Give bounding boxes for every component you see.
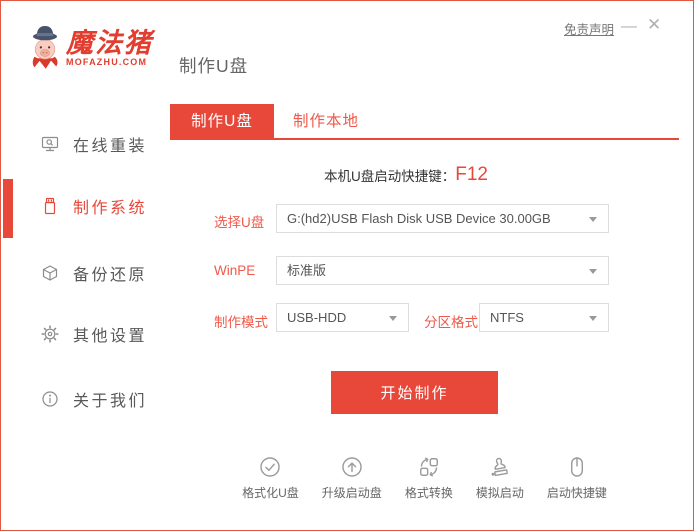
backup-restore-box-icon <box>41 264 59 282</box>
sidebar-item-label: 制作系统 <box>73 200 148 217</box>
tool-label: 升级启动盘 <box>321 486 382 500</box>
partition-select-value: NTFS <box>490 310 524 325</box>
page-title: 制作U盘 <box>179 56 249 76</box>
boot-hotkey-mouse-icon <box>570 457 583 477</box>
winpe-select-label: WinPE <box>214 263 256 278</box>
tool-format-usb[interactable]: 格式化U盘 <box>242 456 299 501</box>
usb-select-dropdown[interactable]: G:(hd2)USB Flash Disk USB Device 30.00GB <box>276 204 609 233</box>
format-usb-check-icon <box>260 457 281 477</box>
sidebar-item-label: 其他设置 <box>73 328 148 345</box>
disclaimer-link[interactable]: 免责声明 <box>564 19 614 38</box>
tool-format-convert[interactable]: 格式转换 <box>405 456 453 501</box>
footer-tools: 格式化U盘 升级启动盘 格式转换 模拟启动 启动快捷键 <box>170 456 679 501</box>
chevron-down-icon <box>389 316 397 321</box>
app-logo: 魔法猪 MOFAZHU.COM <box>27 19 153 75</box>
mode-select-label: 制作模式 <box>214 315 268 330</box>
tool-label: 格式化U盘 <box>242 486 299 500</box>
chevron-down-icon <box>589 316 597 321</box>
boot-hotkey-hint: 本机U盘启动快捷键：F12 <box>161 164 651 186</box>
tab-make-local[interactable]: 制作本地 <box>274 104 378 139</box>
tool-boot-hotkey[interactable]: 启动快捷键 <box>547 456 607 501</box>
sidebar-item-other-settings[interactable]: 其他设置 <box>41 322 147 346</box>
simulate-boot-stamp-icon <box>491 457 508 477</box>
usb-drive-icon <box>41 197 59 215</box>
usb-select-label: 选择U盘 <box>214 215 265 230</box>
sidebar-item-make-system[interactable]: 制作系统 <box>41 194 147 218</box>
online-reinstall-monitor-icon <box>41 135 59 153</box>
usb-select-value: G:(hd2)USB Flash Disk USB Device 30.00GB <box>287 211 551 226</box>
winpe-select-dropdown[interactable]: 标准版 <box>276 256 609 285</box>
sidebar-item-label: 关于我们 <box>73 393 148 410</box>
pig-mascot-icon <box>32 26 58 69</box>
tab-underline <box>170 138 679 140</box>
brand-name: 魔法猪 <box>66 28 153 58</box>
mode-select-dropdown[interactable]: USB-HDD <box>276 303 409 332</box>
chevron-down-icon <box>589 217 597 222</box>
tool-upgrade-boot-disk[interactable]: 升级启动盘 <box>322 456 382 501</box>
tab-make-usb[interactable]: 制作U盘 <box>170 104 274 139</box>
chevron-down-icon <box>589 269 597 274</box>
settings-gear-icon <box>41 325 59 343</box>
boot-hotkey-label: 本机U盘启动快捷键： <box>324 169 456 184</box>
sidebar-item-online-reinstall[interactable]: 在线重装 <box>41 132 147 156</box>
winpe-select-value: 标准版 <box>287 263 327 278</box>
partition-select-label: 分区格式 <box>424 315 478 330</box>
sidebar-item-label: 在线重装 <box>73 138 148 155</box>
start-make-button[interactable]: 开始制作 <box>331 371 498 414</box>
brand-domain: MOFAZHU.COM <box>66 57 148 67</box>
partition-select-dropdown[interactable]: NTFS <box>479 303 609 332</box>
sidebar-item-about-us[interactable]: 关于我们 <box>41 387 147 411</box>
tool-label: 启动快捷键 <box>546 486 607 500</box>
sidebar-item-label: 备份还原 <box>73 267 148 284</box>
mode-select-value: USB-HDD <box>287 310 347 325</box>
minimize-button[interactable]: — <box>621 17 637 37</box>
boot-hotkey-value: F12 <box>455 164 488 185</box>
close-button[interactable]: ✕ <box>647 15 661 35</box>
tool-label: 格式转换 <box>404 486 453 500</box>
sidebar-item-backup-restore[interactable]: 备份还原 <box>41 261 147 285</box>
upgrade-boot-arrow-icon <box>342 457 362 477</box>
format-convert-icon <box>419 457 438 477</box>
about-info-icon <box>41 390 59 408</box>
app-window: 魔法猪 MOFAZHU.COM 制作U盘 免责声明 — ✕ 在线重装 制作系统 … <box>0 0 694 531</box>
tool-label: 模拟启动 <box>475 486 524 500</box>
tool-simulate-boot[interactable]: 模拟启动 <box>476 456 524 501</box>
sidebar-active-indicator <box>3 179 13 238</box>
